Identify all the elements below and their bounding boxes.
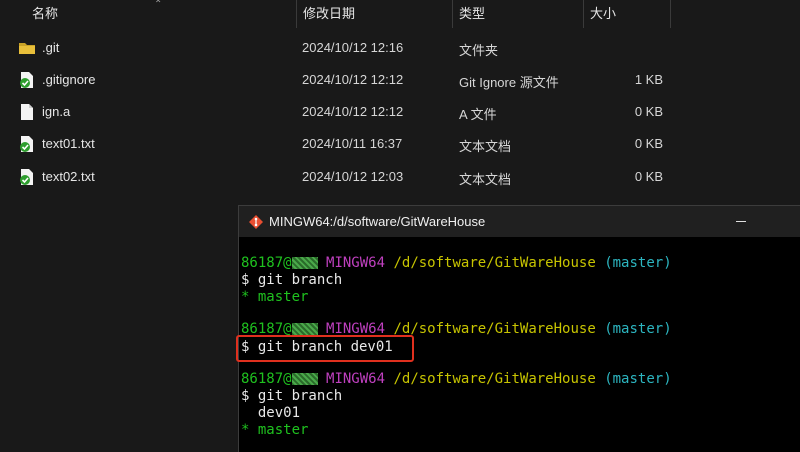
redacted-hostname [291, 373, 318, 385]
redacted-hostname [291, 323, 318, 335]
column-header-date[interactable]: 修改日期 [296, 0, 452, 28]
highlight-box [236, 335, 414, 362]
minimize-icon [736, 221, 746, 222]
file-name: text02.txt [42, 169, 95, 184]
file-name: .git [42, 40, 60, 55]
output-line: * master [241, 289, 309, 305]
terminal-title: MINGW64:/d/software/GitWareHouse [269, 214, 486, 229]
column-header-row: ⌃ 名称 修改日期 类型 大小 [0, 0, 800, 28]
file-type: 文本文档 [459, 172, 512, 187]
file-row[interactable]: text01.txt 2024/10/11 16:37 文本文档 0 KB [0, 128, 800, 160]
file-type: 文件夹 [459, 43, 499, 58]
file-size: 1 KB [634, 72, 663, 87]
file-date: 2024/10/12 12:12 [302, 104, 404, 119]
file-type: Git Ignore 源文件 [459, 75, 559, 90]
file-date: 2024/10/11 16:37 [302, 136, 403, 151]
file-name: text01.txt [42, 136, 95, 151]
git-bash-icon [249, 215, 263, 229]
output-line: dev01 [241, 405, 301, 421]
file-size: 0 KB [634, 169, 663, 184]
git-file-icon [20, 169, 33, 185]
file-size: 0 KB [634, 104, 663, 119]
file-row[interactable]: ign.a 2024/10/12 12:12 A 文件 0 KB [0, 96, 800, 128]
output-line: * master [241, 422, 309, 438]
minimize-button[interactable] [719, 206, 765, 237]
file-date: 2024/10/12 12:16 [302, 40, 404, 55]
prompt-line: 86187@ MINGW64 /d/software/GitWareHouse … [241, 255, 672, 271]
prompt-line: 86187@ MINGW64 /d/software/GitWareHouse … [241, 371, 672, 387]
command-line: $ git branch [241, 388, 343, 404]
blank-file-icon [21, 104, 33, 120]
file-type: 文本文档 [459, 139, 512, 154]
git-file-icon [20, 136, 33, 152]
file-row[interactable]: .gitignore 2024/10/12 12:12 Git Ignore 源… [0, 64, 800, 96]
redacted-hostname [291, 257, 318, 269]
file-date: 2024/10/12 12:12 [302, 72, 404, 87]
folder-icon [19, 43, 35, 54]
terminal-titlebar[interactable]: MINGW64:/d/software/GitWareHouse [239, 206, 800, 237]
column-header-type[interactable]: 类型 [452, 0, 583, 28]
file-date: 2024/10/12 12:03 [302, 169, 404, 184]
file-row[interactable]: .git 2024/10/12 12:16 文件夹 [0, 32, 800, 64]
file-name: ign.a [42, 104, 71, 119]
command-line: $ git branch [241, 272, 343, 288]
file-size: 0 KB [634, 136, 663, 151]
file-name: .gitignore [42, 72, 96, 87]
file-type: A 文件 [459, 107, 497, 122]
column-header-name[interactable]: 名称 [26, 0, 296, 28]
git-file-icon [20, 72, 33, 88]
file-row[interactable]: text02.txt 2024/10/12 12:03 文本文档 0 KB [0, 161, 800, 193]
column-header-size[interactable]: 大小 [583, 0, 671, 28]
terminal-window[interactable]: MINGW64:/d/software/GitWareHouse 86187@ … [236, 205, 800, 452]
